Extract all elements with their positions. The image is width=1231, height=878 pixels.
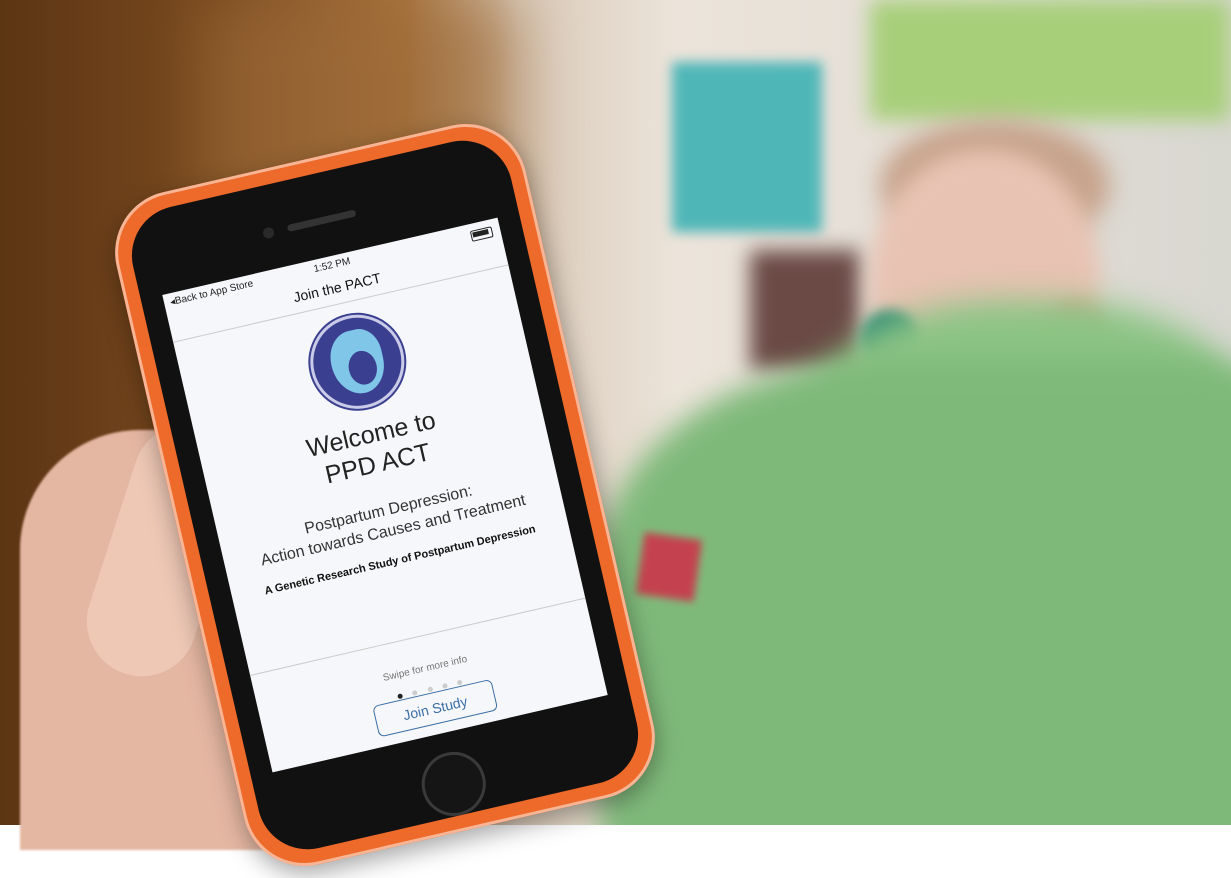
pact-logo bbox=[300, 305, 414, 419]
blanket-pattern-green bbox=[870, 0, 1230, 120]
blanket-pattern-teal bbox=[672, 62, 822, 232]
blanket-red-tag bbox=[635, 532, 703, 602]
